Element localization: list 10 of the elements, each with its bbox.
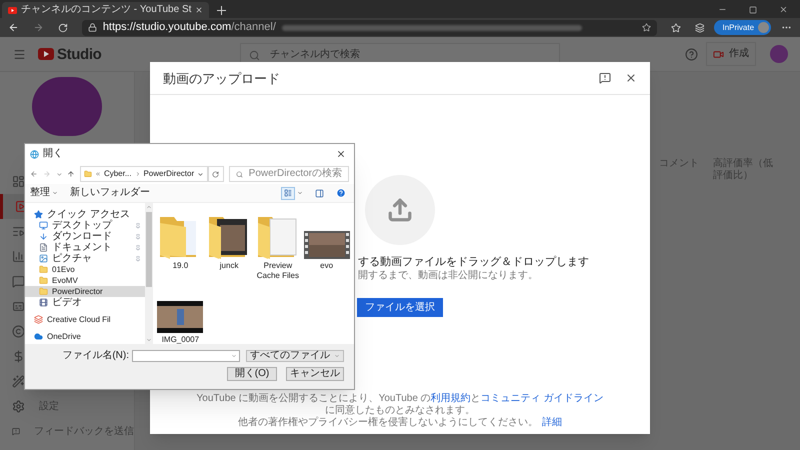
- terms-text: YouTube に動画を公開することにより、YouTube の利用規約と コミュニティ ガイドライン に同意したものとみなされます。: [196, 393, 604, 416]
- tab-title: チャンネルのコンテンツ - YouTube St: [21, 5, 192, 15]
- privacy-note: 開するまで、動画は非公開になります。: [358, 271, 538, 281]
- filename-label: ファイル名(N):: [62, 351, 129, 361]
- url-text: https://studio.youtube.com/channel/: [102, 22, 276, 33]
- copyright-note: 他者の著作権やプライバシー権を侵害しないようにしてください。: [238, 417, 538, 429]
- logo-text: Studio: [57, 46, 102, 62]
- dialog-title: 開く: [43, 149, 63, 159]
- drop-instruction: する動画ファイルをドラッグ＆ドロップします: [358, 257, 589, 268]
- dialog-title: 動画のアップロード: [163, 72, 280, 84]
